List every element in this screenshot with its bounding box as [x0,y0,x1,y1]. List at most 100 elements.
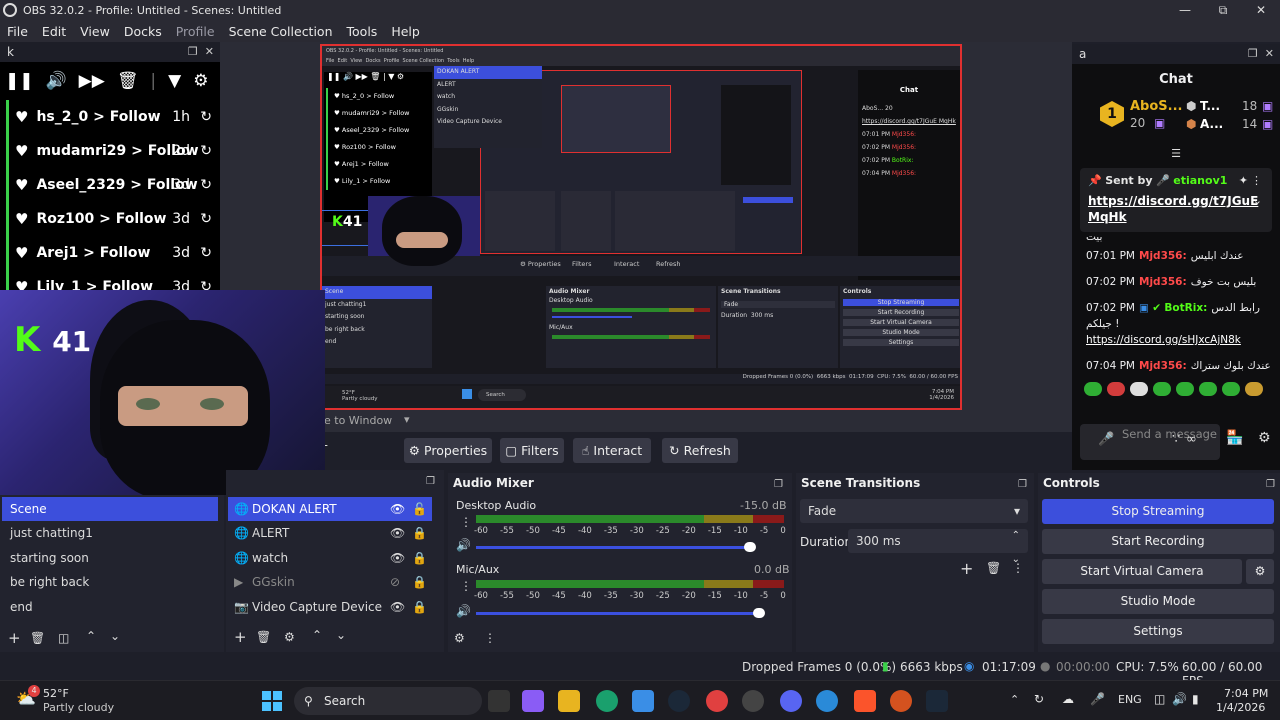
remove-scene-icon[interactable]: 🗑 [30,631,45,645]
add-scene-icon[interactable]: + [8,629,21,647]
leader-name[interactable]: AboS... [1130,99,1182,114]
volume-icon[interactable]: 🔊 [46,71,67,91]
dock-close-icon[interactable]: ✕ [1265,47,1274,60]
close-icon[interactable]: ✕ [1242,0,1280,20]
add-transition-icon[interactable]: + [960,559,973,578]
menu-scene-collection[interactable]: Scene Collection [229,24,333,39]
pause-icon[interactable]: ❚❚ [5,71,34,91]
refresh-button[interactable]: ↻ Refresh [662,438,738,463]
activity-item[interactable]: ♥ hs_2_0 > Follow 1h ↻ [6,100,220,134]
skip-icon[interactable]: ▶▶ [79,71,105,91]
volume-slider-knob[interactable] [753,608,765,618]
studio-mode-button[interactable]: Studio Mode [1042,589,1274,614]
duration-spinbox[interactable]: 300 ms ⌃ ⌄ [848,529,1028,565]
channel-menu-icon[interactable]: ⋮ [460,579,472,593]
emote-icon[interactable] [1084,382,1102,396]
undock-icon[interactable]: ❐ [1018,479,1027,490]
menu-tools[interactable]: Tools [347,24,378,39]
undock-icon[interactable]: ❐ [1248,47,1258,60]
visibility-icon[interactable]: 👁 [390,497,405,521]
emote-icon[interactable] [1176,382,1194,396]
activity-item[interactable]: ♥ mudamri29 > Follow 2d ↻ [6,134,220,168]
browser-icon[interactable] [816,690,838,712]
replay-icon[interactable]: ↻ [200,143,212,159]
mic-icon[interactable]: 🎤 [1090,692,1105,706]
display-icon[interactable]: ◫ [1154,692,1165,706]
interact-button[interactable]: ☝ Interact [573,438,651,463]
advanced-audio-icon[interactable]: ⚙ [454,631,465,645]
emote-icon[interactable] [1222,382,1240,396]
steam-icon[interactable] [668,690,690,712]
pinned-sender[interactable]: etianov1 [1173,174,1227,187]
source-item[interactable]: 📷 Video Capture Device 👁 🔒 [228,595,432,619]
chevron-down-icon[interactable]: ▾ [404,413,410,426]
chat-link[interactable]: https://discord.gg/sHJxcAjN8k [1086,334,1241,346]
transition-select[interactable]: Fade ▾ [800,499,1028,523]
visibility-icon[interactable]: 👁 [390,546,405,570]
volume-slider[interactable] [476,612,759,615]
virtual-camera-settings-button[interactable]: ⚙ [1246,559,1274,584]
gear-icon[interactable]: ⚙ [193,71,208,91]
filter-icon[interactable]: ▼ [168,71,181,91]
store-icon[interactable]: 🏪 [1226,430,1243,446]
filters-button[interactable]: ▢ Filters [500,438,564,463]
volume-icon[interactable]: 🔊 [1172,692,1187,706]
taskbar-search[interactable]: ⚲ Search [294,687,482,715]
minimize-icon[interactable]: — [1166,0,1204,20]
channel-menu-icon[interactable]: ⋮ [460,515,472,529]
hidden-icon[interactable]: ⊘ [390,570,400,594]
language-indicator[interactable]: ENG [1118,693,1142,706]
transform-text[interactable]: e to Window [324,414,392,427]
start-icon[interactable] [262,691,282,711]
unpin-icon[interactable]: ✦ [1239,174,1248,187]
replay-icon[interactable]: ↻ [200,245,212,261]
activity-item[interactable]: ♥ Lily_1 > Follow 3d ↻ [6,270,220,290]
chevron-up-icon[interactable]: ⌃ [1010,693,1019,706]
more-options-icon[interactable]: ⋮ [1251,174,1262,187]
lock-icon[interactable]: 🔒 [412,595,427,619]
settings-button[interactable]: Settings [1042,619,1274,644]
copilot-icon[interactable] [522,690,544,712]
speaker-icon[interactable]: 🔊 [456,538,471,552]
remove-source-icon[interactable]: 🗑 [256,630,271,644]
add-source-icon[interactable]: + [234,628,247,646]
volume-slider-knob[interactable] [744,542,756,552]
battery-icon[interactable]: ▮ [1192,692,1199,706]
unlocked-icon[interactable]: 🔓 [412,497,427,521]
chrome-icon[interactable] [706,690,728,712]
cloud-icon[interactable]: ☁ [1062,692,1074,706]
source-item[interactable]: 🌐 ALERT 👁 🔒 [228,521,432,545]
file-explorer-icon[interactable] [558,690,580,712]
obs-icon[interactable] [742,690,764,712]
scene-item[interactable]: Scene [2,497,218,521]
scene-item[interactable]: end [2,595,218,619]
scene-item[interactable]: just chatting1 [2,521,218,545]
transition-menu-icon[interactable]: ⋮ [1012,561,1024,575]
move-up-icon[interactable]: ⌃ [86,629,96,643]
emote-icon[interactable] [1153,382,1171,396]
replay-icon[interactable]: ↻ [200,177,212,193]
lock-icon[interactable]: 🔒 [412,521,427,545]
scene-filters-icon[interactable]: ◫ [58,631,69,645]
volume-slider[interactable] [476,546,750,549]
menu-view[interactable]: View [80,24,110,39]
maximize-icon[interactable]: ⧉ [1204,0,1242,20]
clock-time[interactable]: 7:04 PM [1224,687,1268,700]
undock-icon[interactable]: ❐ [188,45,198,58]
discord-icon[interactable] [780,690,802,712]
collapse-icon[interactable]: ☰ [1072,147,1280,160]
app-icon[interactable] [890,690,912,712]
undock-icon[interactable]: ❐ [1266,479,1275,490]
menu-docks[interactable]: Docks [124,24,162,39]
menu-edit[interactable]: Edit [42,24,66,39]
infinity-icon[interactable]: ∞ [1186,432,1197,447]
move-down-icon[interactable]: ⌄ [336,628,346,642]
undock-icon[interactable]: ❐ [426,476,435,487]
menu-profile[interactable]: Profile [176,24,215,39]
steam-icon[interactable] [926,690,948,712]
edge-icon[interactable] [596,690,618,712]
program-preview[interactable]: OBS 32.0.2 - Profile: Untitled - Scenes:… [320,44,962,410]
properties-button[interactable]: ⚙ Properties [404,438,492,463]
brave-icon[interactable] [854,690,876,712]
emote-icon[interactable] [1130,382,1148,396]
